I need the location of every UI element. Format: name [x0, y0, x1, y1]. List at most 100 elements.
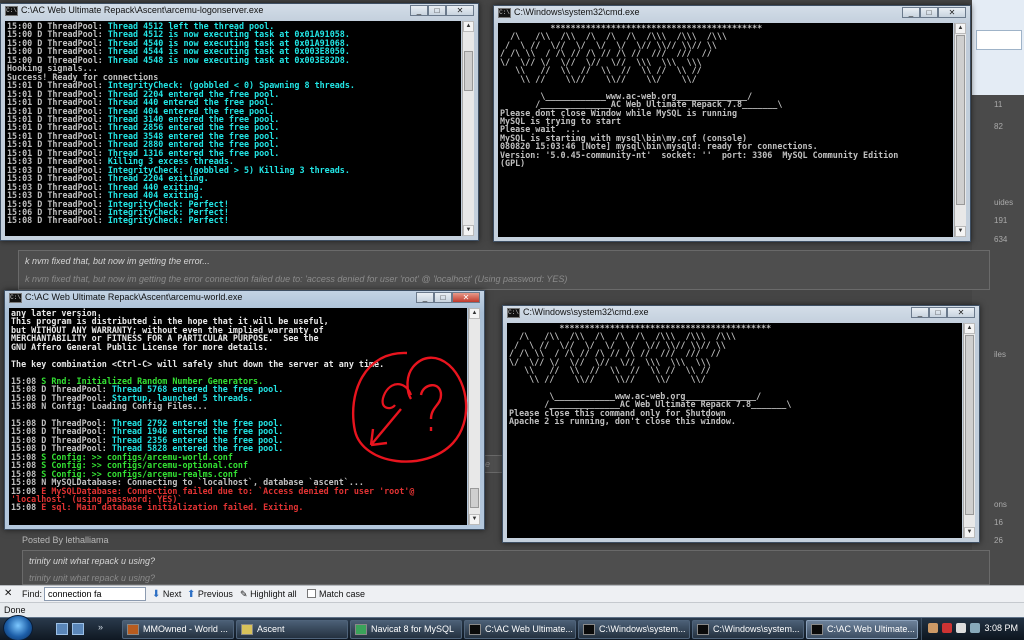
minimize-button[interactable]: _ — [902, 7, 920, 18]
close-button[interactable]: ✕ — [446, 5, 474, 16]
browser-search-area — [972, 0, 1024, 95]
console-text: 15:08 N Config: Loading Config Files... — [11, 400, 208, 411]
console-text: (GPL) — [500, 158, 526, 169]
close-button[interactable]: ✕ — [947, 307, 975, 318]
volume-icon[interactable] — [956, 623, 966, 633]
folder-icon — [241, 624, 253, 635]
worldserver-window[interactable]: C:\ C:\AC Web Ultimate Repack\Ascent\arc… — [4, 290, 485, 530]
window-title: C:\AC Web Ultimate Repack\Ascent\arcemu-… — [25, 292, 243, 302]
find-next-button[interactable]: ⬇ Next — [152, 589, 181, 600]
window-title: C:\Windows\system32\cmd.exe — [523, 307, 649, 317]
console-text: \\ // \\// \\// \\/ \\/ — [509, 373, 706, 384]
forum-stat: ons — [994, 500, 1007, 509]
status-bar: Done — [0, 602, 1024, 617]
window-title: C:\AC Web Ultimate Repack\Ascent\arcemu-… — [21, 5, 264, 15]
scroll-thumb[interactable] — [965, 335, 974, 515]
maximize-button[interactable]: □ — [929, 307, 947, 318]
scroll-up-icon[interactable]: ▲ — [964, 323, 975, 334]
console-output: ****************************************… — [498, 23, 953, 237]
post-text: trinity unit what repack u using? — [29, 556, 156, 566]
scroll-thumb[interactable] — [470, 488, 479, 508]
mysql-cmd-window[interactable]: C:\ C:\Windows\system32\cmd.exe _ □ ✕ **… — [493, 5, 971, 242]
scroll-up-icon[interactable]: ▲ — [955, 23, 966, 34]
scroll-up-icon[interactable]: ▲ — [463, 21, 474, 32]
find-input[interactable] — [44, 587, 146, 601]
taskbar-button-mmowned[interactable]: MMOwned - World ... — [122, 620, 234, 639]
console-line: (GPL) — [500, 159, 951, 167]
find-label: Find: — [22, 589, 43, 599]
console-text: 15:08 D ThreadPool: — [7, 215, 108, 226]
apache-cmd-window[interactable]: C:\ C:\Windows\system32\cmd.exe _ □ ✕ **… — [502, 305, 980, 543]
console-line: \\ // \\// \\// \\/ \\/ — [509, 373, 960, 384]
minimize-button[interactable]: _ — [410, 5, 428, 16]
scroll-down-icon[interactable]: ▼ — [955, 226, 966, 237]
vertical-scrollbar[interactable]: ▲ ▼ — [963, 323, 975, 538]
console-icon — [469, 624, 481, 635]
scroll-down-icon[interactable]: ▼ — [463, 225, 474, 236]
taskbar-button-ascent[interactable]: Ascent — [236, 620, 348, 639]
start-button[interactable] — [3, 615, 33, 640]
checkbox-icon — [307, 589, 316, 598]
forum-stat: 26 — [994, 536, 1003, 545]
system-tray: 3:08 PM — [921, 618, 1024, 640]
forum-post: trinity unit what repack u using? trinit… — [22, 550, 990, 585]
maximize-button[interactable]: □ — [428, 5, 446, 16]
close-button[interactable]: ✕ — [452, 292, 480, 303]
minimize-button[interactable]: _ — [911, 307, 929, 318]
vertical-scrollbar[interactable]: ▲ ▼ — [954, 23, 966, 237]
forum-stat: 191 — [994, 216, 1008, 225]
console-icon: C:\ — [5, 6, 18, 16]
scroll-thumb[interactable] — [464, 51, 473, 91]
arrow-up-icon: ⬆ — [187, 589, 196, 600]
maximize-button[interactable]: □ — [434, 292, 452, 303]
title-bar[interactable]: C:\ C:\Windows\system32\cmd.exe _ □ ✕ — [503, 306, 979, 320]
scroll-up-icon[interactable]: ▲ — [469, 308, 480, 319]
clock[interactable]: 3:08 PM — [984, 623, 1018, 633]
minimize-button[interactable]: _ — [416, 292, 434, 303]
scroll-thumb[interactable] — [956, 35, 965, 205]
match-case-checkbox[interactable]: Match case — [307, 589, 365, 599]
taskbar-button-worldserver[interactable]: C:\AC Web Ultimate... — [806, 620, 918, 639]
post-quote: k nvm fixed that, but now im getting the… — [25, 274, 568, 284]
maximize-button[interactable]: □ — [920, 7, 938, 18]
chevron-icon[interactable]: » — [98, 622, 103, 632]
taskbar: » MMOwned - World ... Ascent Navicat 8 f… — [0, 615, 1024, 640]
vertical-scrollbar[interactable]: ▲ ▼ — [462, 21, 474, 236]
console-line: 15:08 E sql: Main database initializatio… — [11, 503, 465, 511]
title-bar[interactable]: C:\ C:\Windows\system32\cmd.exe _ □ ✕ — [494, 6, 970, 20]
forum-stat: 16 — [994, 518, 1003, 527]
close-icon[interactable]: ✕ — [4, 588, 12, 599]
console-icon — [697, 624, 709, 635]
taskbar-button-cmd-1[interactable]: C:\Windows\system... — [578, 620, 690, 639]
title-bar[interactable]: C:\ C:\AC Web Ultimate Repack\Ascent\arc… — [1, 4, 478, 18]
logonserver-window[interactable]: C:\ C:\AC Web Ultimate Repack\Ascent\arc… — [0, 3, 479, 241]
title-bar[interactable]: C:\ C:\AC Web Ultimate Repack\Ascent\arc… — [5, 291, 484, 305]
highlight-all-button[interactable]: ✎ Highlight all — [240, 589, 297, 600]
find-previous-button[interactable]: ⬆ Previous — [187, 589, 233, 600]
firefox-tray-icon[interactable] — [928, 623, 938, 633]
console-icon — [583, 624, 595, 635]
console-line: Version: '5.0.45-community-nt' socket: '… — [500, 151, 951, 159]
forum-stat: 11 — [994, 100, 1003, 109]
taskbar-button-cmd-2[interactable]: C:\Windows\system... — [692, 620, 804, 639]
console-text: The key combination <Ctrl-C> will safely… — [11, 358, 385, 369]
scroll-down-icon[interactable]: ▼ — [964, 527, 975, 538]
close-button[interactable]: ✕ — [938, 7, 966, 18]
taskbar-button-logonserver[interactable]: C:\AC Web Ultimate... — [464, 620, 576, 639]
show-desktop-icon[interactable] — [56, 623, 68, 635]
window-title: C:\Windows\system32\cmd.exe — [514, 7, 640, 17]
console-output: 15:00 D ThreadPool: Thread 4512 left the… — [5, 21, 461, 236]
taskbar-button-navicat[interactable]: Navicat 8 for MySQL — [350, 620, 462, 639]
browser-search-box[interactable] — [976, 30, 1022, 50]
quick-launch — [56, 623, 84, 635]
scroll-down-icon[interactable]: ▼ — [469, 514, 480, 525]
console-line: \\ // \\// \\// \\/ \\/ — [500, 74, 951, 83]
alert-tray-icon[interactable] — [942, 623, 952, 633]
network-icon[interactable] — [970, 623, 980, 633]
post-text: k nvm fixed that, but now im getting the… — [25, 256, 210, 266]
console-text: IntegrityCheck: Perfect! — [107, 215, 229, 226]
posted-by: Posted By lethalliama — [22, 535, 109, 545]
console-text: Version: '5.0.45-community-nt' socket: '… — [500, 149, 899, 160]
console-line: Apache 2 is running, don't close this wi… — [509, 417, 960, 425]
window-switcher-icon[interactable] — [72, 623, 84, 635]
